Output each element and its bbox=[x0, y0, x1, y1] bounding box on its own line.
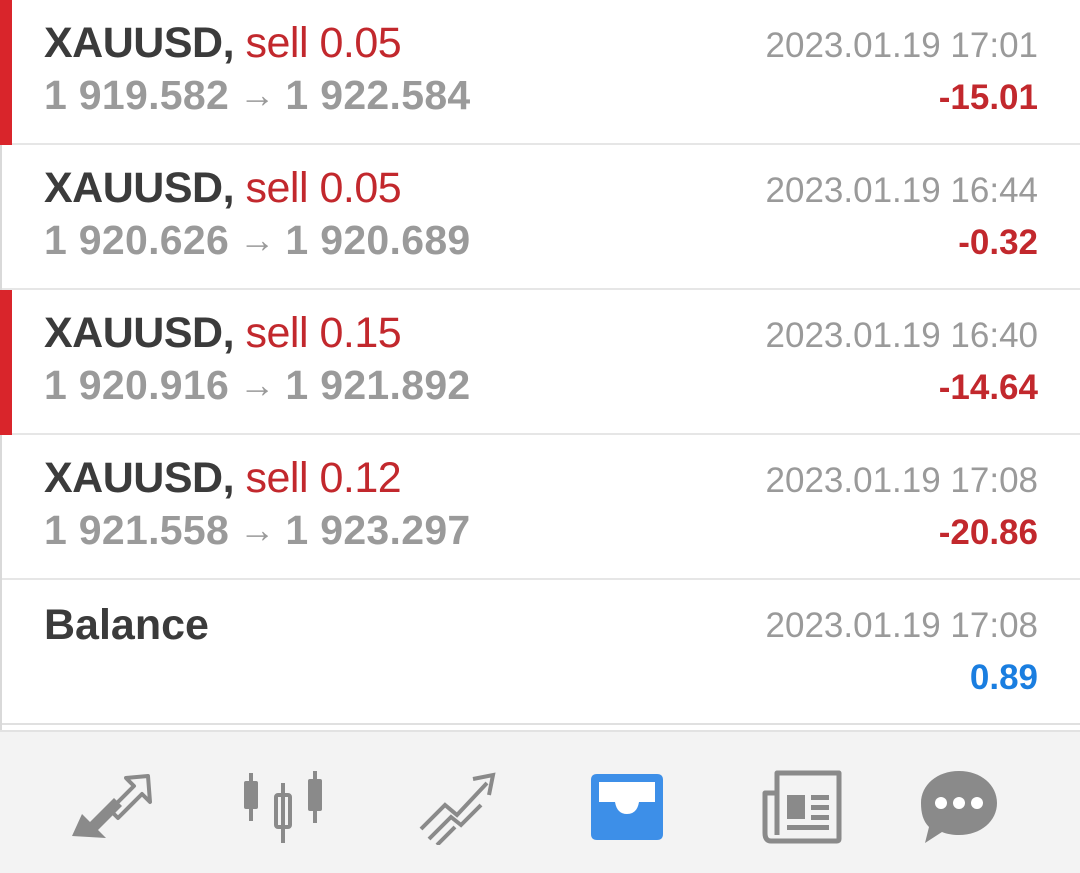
deal-volume: 0.15 bbox=[319, 309, 402, 357]
deal-profit: -20.86 bbox=[938, 513, 1038, 552]
deal-time: 2023.01.19 17:08 bbox=[765, 461, 1038, 500]
deal-time: 2023.01.19 16:44 bbox=[765, 171, 1038, 210]
tab-chat[interactable] bbox=[914, 762, 1004, 852]
arrow-right-icon: → bbox=[239, 509, 276, 550]
deal-header: XAUUSD, sell 0.15 bbox=[44, 306, 402, 360]
deal-time: 2023.01.19 16:40 bbox=[765, 316, 1038, 355]
balance-row[interactable]: Balance 2023.01.19 17:08 0.89 bbox=[2, 580, 1080, 725]
tab-quotes[interactable] bbox=[65, 762, 155, 852]
open-price: 1 920.626 bbox=[44, 217, 230, 263]
deal-prices: 1 921.558 → 1 923.297 bbox=[44, 503, 471, 559]
open-price: 1 921.558 bbox=[44, 507, 230, 553]
deal-header: XAUUSD, sell 0.12 bbox=[44, 451, 402, 505]
close-price: 1 921.892 bbox=[285, 362, 471, 408]
tab-trade[interactable] bbox=[412, 762, 502, 852]
deal-volume: 0.05 bbox=[319, 164, 402, 212]
close-price: 1 920.689 bbox=[285, 217, 471, 263]
balance-time: 2023.01.19 17:08 bbox=[765, 606, 1038, 645]
deal-row[interactable]: XAUUSD, sell 0.15 1 920.916 → 1 921.892 20… bbox=[0, 290, 1080, 435]
deal-comma: , bbox=[222, 309, 235, 357]
chat-icon bbox=[921, 771, 997, 843]
deals-list: XAUUSD, sell 0.05 1 919.582 → 1 922.584 20… bbox=[0, 0, 1080, 730]
balance-title: Balance bbox=[44, 601, 209, 649]
open-price: 1 919.582 bbox=[44, 72, 230, 118]
news-icon bbox=[762, 770, 842, 844]
deal-side: sell bbox=[245, 164, 309, 212]
arrow-right-icon: → bbox=[239, 74, 276, 115]
candlestick-chart-icon bbox=[244, 771, 322, 843]
deal-row[interactable]: XAUUSD, sell 0.12 1 921.558 → 1 923.297 20… bbox=[2, 435, 1080, 580]
tab-news[interactable] bbox=[756, 762, 846, 852]
deal-prices: 1 920.916 → 1 921.892 bbox=[44, 358, 471, 414]
history-inbox-icon bbox=[591, 774, 663, 840]
tab-chart[interactable] bbox=[238, 762, 328, 852]
bottom-tab-bar bbox=[0, 730, 1080, 873]
arrow-right-icon: → bbox=[239, 219, 276, 260]
deal-comma: , bbox=[222, 19, 235, 67]
deal-side: sell bbox=[245, 19, 309, 67]
deal-row[interactable]: XAUUSD, sell 0.05 1 920.626 → 1 920.689 20… bbox=[2, 145, 1080, 290]
loss-marker bbox=[0, 0, 12, 145]
tab-history[interactable] bbox=[582, 762, 672, 852]
quotes-arrows-icon bbox=[72, 774, 152, 838]
open-price: 1 920.916 bbox=[44, 362, 230, 408]
loss-marker bbox=[0, 290, 12, 435]
arrow-right-icon: → bbox=[239, 364, 276, 405]
deal-time: 2023.01.19 17:01 bbox=[765, 26, 1038, 65]
deal-profit: -0.32 bbox=[958, 223, 1038, 262]
deal-profit: -15.01 bbox=[938, 78, 1038, 117]
deal-comma: , bbox=[222, 164, 235, 212]
deal-prices: 1 920.626 → 1 920.689 bbox=[44, 213, 471, 269]
deal-header: XAUUSD, sell 0.05 bbox=[44, 161, 402, 215]
deal-symbol: XAUUSD bbox=[44, 309, 223, 357]
close-price: 1 922.584 bbox=[285, 72, 471, 118]
close-price: 1 923.297 bbox=[285, 507, 471, 553]
deal-side: sell bbox=[245, 454, 309, 502]
deal-header: XAUUSD, sell 0.05 bbox=[44, 16, 402, 70]
deal-profit: -14.64 bbox=[938, 368, 1038, 407]
deal-volume: 0.12 bbox=[319, 454, 402, 502]
deal-comma: , bbox=[222, 454, 235, 502]
deal-volume: 0.05 bbox=[319, 19, 402, 67]
deal-row[interactable]: XAUUSD, sell 0.05 1 919.582 → 1 922.584 20… bbox=[0, 0, 1080, 145]
trade-trend-icon bbox=[419, 772, 496, 845]
deal-symbol: XAUUSD bbox=[44, 19, 223, 67]
deal-prices: 1 919.582 → 1 922.584 bbox=[44, 68, 471, 124]
deal-symbol: XAUUSD bbox=[44, 164, 223, 212]
deal-side: sell bbox=[245, 309, 309, 357]
deal-symbol: XAUUSD bbox=[44, 454, 223, 502]
balance-amount: 0.89 bbox=[969, 658, 1038, 697]
